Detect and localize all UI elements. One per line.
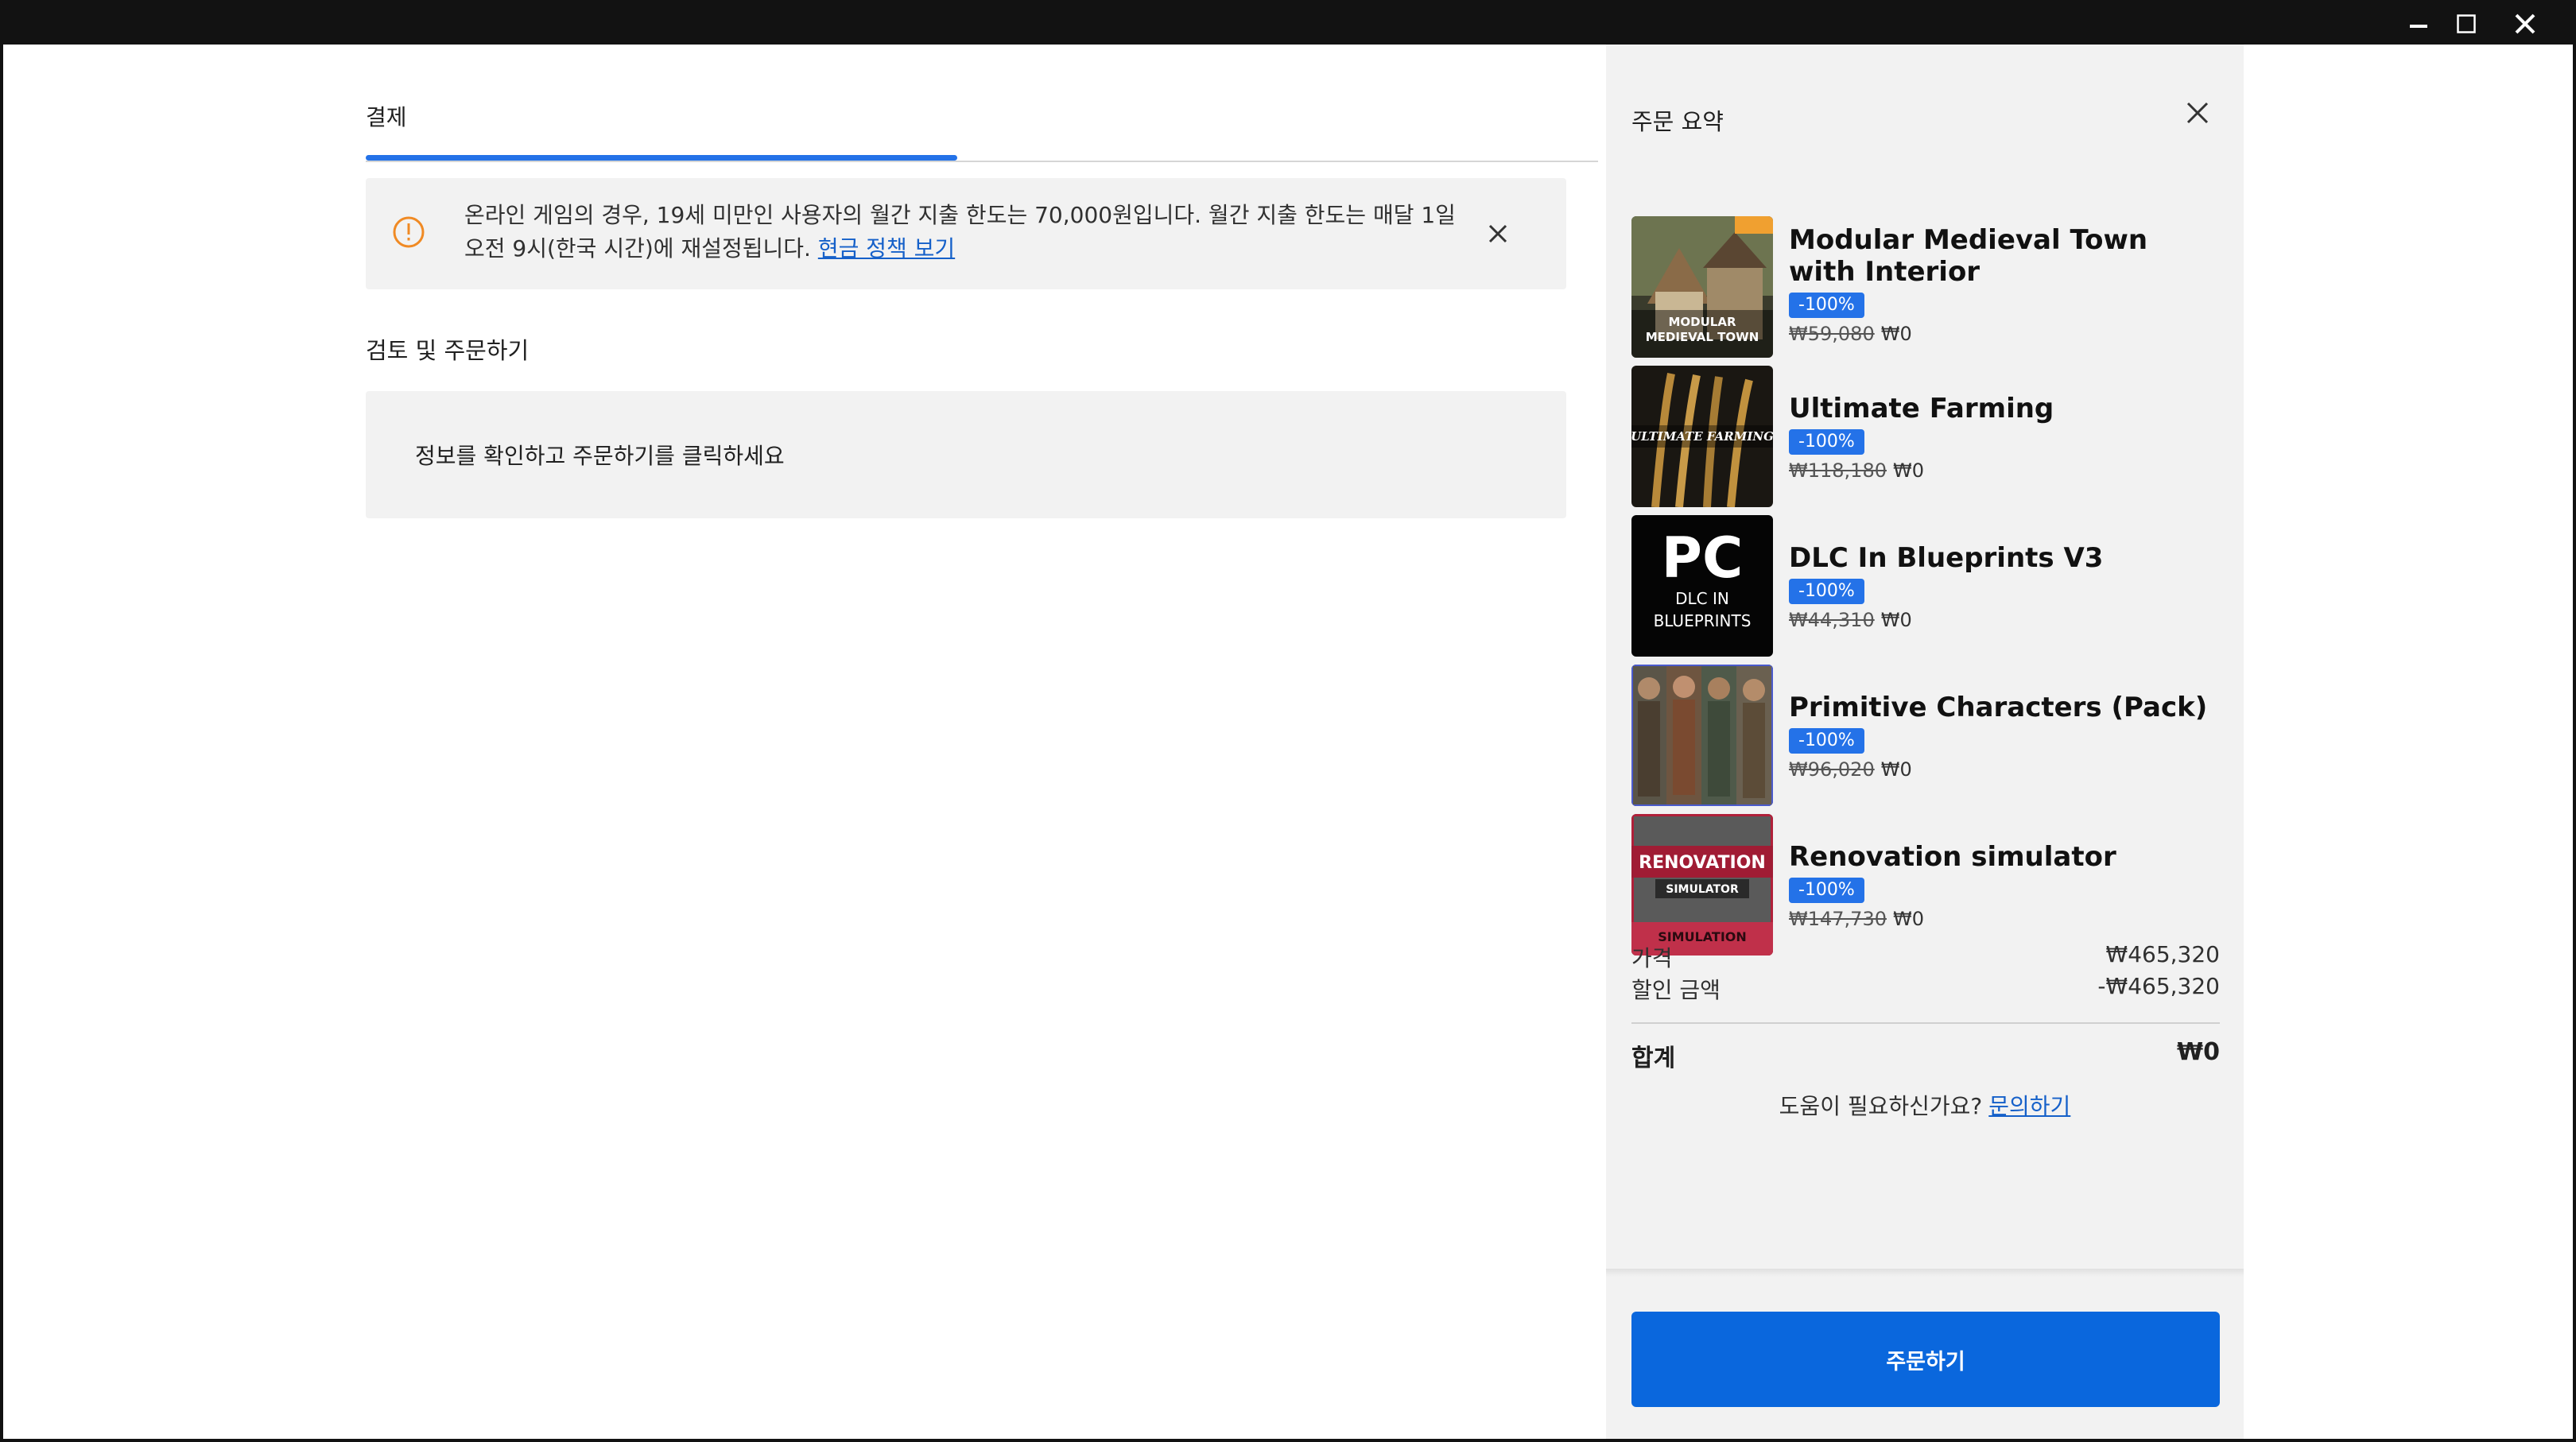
discount-badge: -100% [1789, 429, 1864, 455]
discount-label: 할인 금액 [1631, 977, 1721, 1003]
product-price: ₩147,730 ₩0 [1789, 908, 1924, 930]
product-name: Ultimate Farming [1789, 393, 2054, 424]
review-box: 정보를 확인하고 주문하기를 클릭하세요 [366, 391, 1566, 518]
product-name: Primitive Characters (Pack) [1789, 692, 2208, 723]
thumb-text: RENOVATION [1639, 853, 1766, 873]
warning-circle-icon [393, 216, 425, 248]
sale-price: ₩0 [1880, 758, 1912, 781]
thumb-text: MODULAR [1668, 315, 1736, 329]
window-margin [2244, 45, 2573, 1439]
spending-limit-notice: 온라인 게임의 경우, 19세 미만인 사용자의 월간 지출 한도는 70,00… [366, 178, 1566, 289]
product-name: Renovation simulator [1789, 841, 2116, 873]
thumb-text: DLC IN [1675, 589, 1729, 608]
minimize-icon [2410, 25, 2427, 28]
discount-badge: -100% [1789, 728, 1864, 754]
original-price: ₩59,080 [1789, 323, 1875, 345]
list-item: RENOVATION SIMULATOR SIMULATION Renovati… [1631, 814, 2220, 956]
product-name: Modular Medieval Town with Interior [1789, 224, 2148, 288]
totals-divider [1631, 1022, 2220, 1024]
thumb-text: ULTIMATE FARMING [1631, 429, 1773, 444]
checkout-pane: 결제 온라인 게임의 경우, 19세 미만인 사용자의 월간 지출 한도는 70… [3, 45, 1606, 1439]
original-price: ₩147,730 [1789, 908, 1887, 930]
list-item: MODULAR MEDIEVAL TOWN Modular Medieval T… [1631, 216, 2220, 358]
notice-message: 온라인 게임의 경우, 19세 미만인 사용자의 월간 지출 한도는 70,00… [464, 202, 1456, 262]
thumb-text: PC [1662, 525, 1744, 591]
list-item: Primitive Characters (Pack) -100% ₩96,02… [1631, 665, 2220, 806]
place-order-button[interactable]: 주문하기 [1631, 1312, 2220, 1407]
order-summary-pane: 주문 요약 MODULAR MEDIEVAL TOWN Modular Medi… [1606, 45, 2244, 1439]
sale-price: ₩0 [1892, 908, 1924, 930]
discount-value: -₩465,320 [2097, 973, 2220, 999]
sale-price: ₩0 [1892, 459, 1924, 482]
close-icon [2515, 14, 2535, 34]
footer-divider [1606, 1269, 2244, 1277]
discount-badge: -100% [1789, 579, 1864, 604]
checkout-progress-bar [366, 155, 957, 161]
close-icon[interactable] [2182, 97, 2213, 129]
review-instruction: 정보를 확인하고 주문하기를 클릭하세요 [415, 443, 785, 469]
original-price: ₩118,180 [1789, 459, 1887, 482]
review-section-title: 검토 및 주문하기 [366, 337, 530, 364]
discount-badge: -100% [1789, 293, 1864, 318]
product-thumbnail-dlc-blueprints: PC DLC IN BLUEPRINTS [1631, 515, 1773, 657]
maximize-icon [2457, 14, 2476, 33]
cash-policy-link[interactable]: 현금 정책 보기 [818, 235, 955, 262]
window-close-button[interactable] [2501, 8, 2549, 40]
product-price: ₩59,080 ₩0 [1789, 323, 1912, 345]
maximize-button[interactable] [2442, 8, 2490, 40]
product-thumbnail-ultimate-farming: ULTIMATE FARMING [1631, 366, 1773, 507]
help-question: 도움이 필요하신가요? [1779, 1093, 1983, 1119]
sale-price: ₩0 [1880, 323, 1912, 345]
tab-checkout[interactable]: 결제 [366, 100, 407, 132]
thumb-text: MEDIEVAL TOWN [1646, 330, 1759, 344]
help-text: 도움이 필요하신가요? 문의하기 [1606, 1089, 2244, 1121]
original-price: ₩44,310 [1789, 609, 1875, 631]
sale-price: ₩0 [1880, 609, 1912, 631]
title-bar [0, 0, 2576, 45]
checkout-window: 결제 온라인 게임의 경우, 19세 미만인 사용자의 월간 지출 한도는 70… [3, 45, 2573, 1439]
thumb-text: BLUEPRINTS [1654, 611, 1752, 630]
discount-badge: -100% [1789, 878, 1864, 903]
tab-divider [366, 161, 1598, 162]
close-icon[interactable] [1482, 218, 1514, 250]
total-label: 합계 [1631, 1045, 1676, 1072]
product-thumbnail-renovation-simulator: RENOVATION SIMULATOR SIMULATION [1631, 814, 1773, 956]
product-price: ₩44,310 ₩0 [1789, 609, 1912, 631]
total-value: ₩0 [2177, 1038, 2220, 1066]
product-thumbnail-primitive-characters [1631, 665, 1773, 806]
thumb-text: SIMULATOR [1666, 883, 1739, 896]
minimize-button[interactable] [2395, 8, 2442, 40]
original-price: ₩96,020 [1789, 758, 1875, 781]
product-thumbnail-medieval-town: MODULAR MEDIEVAL TOWN [1631, 216, 1773, 358]
product-price: ₩118,180 ₩0 [1789, 459, 1924, 482]
notice-text: 온라인 게임의 경우, 19세 미만인 사용자의 월간 지출 한도는 70,00… [464, 199, 1458, 266]
product-name: DLC In Blueprints V3 [1789, 542, 2104, 574]
contact-link[interactable]: 문의하기 [1988, 1093, 2070, 1119]
list-item: ULTIMATE FARMING Ultimate Farming -100% … [1631, 366, 2220, 507]
price-label: 가격 [1631, 945, 1673, 971]
summary-title: 주문 요약 [1631, 108, 1724, 135]
price-value: ₩465,320 [2105, 941, 2220, 967]
product-price: ₩96,020 ₩0 [1789, 758, 1912, 781]
list-item: PC DLC IN BLUEPRINTS DLC In Blueprints V… [1631, 515, 2220, 657]
